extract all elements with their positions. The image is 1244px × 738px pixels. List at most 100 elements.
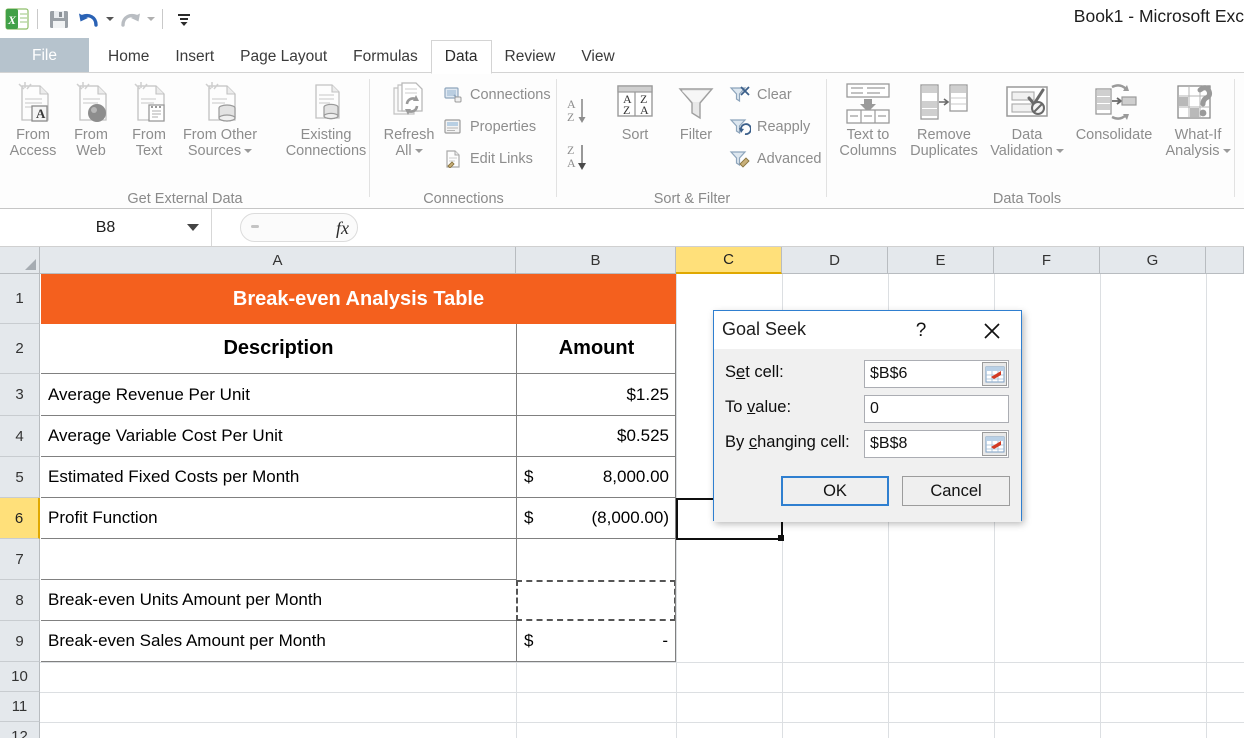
sort-button[interactable]: A Z Z A Sort xyxy=(603,79,667,143)
cell-B3[interactable]: $1.25 xyxy=(516,374,676,416)
refresh-all-label-1: Refresh xyxy=(383,127,435,143)
row-header-7[interactable]: 7 xyxy=(0,539,40,580)
what-if-analysis-button[interactable]: What-If Analysis xyxy=(1159,79,1237,159)
formula-input[interactable] xyxy=(360,209,1244,246)
refresh-all-icon xyxy=(386,79,432,127)
from-access-label-1: From xyxy=(16,127,50,143)
tab-home[interactable]: Home xyxy=(95,40,162,74)
row-header-4[interactable]: 4 xyxy=(0,416,40,457)
remove-duplicates-button[interactable]: Remove Duplicates xyxy=(903,79,985,159)
cell-A8[interactable]: Break-even Units Amount per Month xyxy=(41,580,516,621)
undo-dropdown-icon[interactable] xyxy=(106,17,114,21)
column-header-A[interactable]: A xyxy=(40,247,516,274)
ok-button[interactable]: OK xyxy=(781,476,889,506)
from-text-icon xyxy=(126,79,172,127)
column-header-H[interactable] xyxy=(1206,247,1244,274)
row-header-2[interactable]: 2 xyxy=(0,324,40,374)
row-header-11[interactable]: 11 xyxy=(0,692,40,722)
cell-A5[interactable]: Estimated Fixed Costs per Month xyxy=(41,457,516,498)
text-to-columns-button[interactable]: Text to Columns xyxy=(833,79,903,159)
from-web-button[interactable]: From Web xyxy=(62,79,120,159)
sort-az-button[interactable]: A Z xyxy=(565,95,599,132)
customize-qat-icon[interactable] xyxy=(170,5,198,33)
clear-filter-label: Clear xyxy=(757,87,792,103)
tab-insert[interactable]: Insert xyxy=(162,40,227,74)
edit-links-button[interactable]: Edit Links xyxy=(442,149,533,169)
from-other-sources-dropdown-icon[interactable] xyxy=(244,149,253,154)
advanced-filter-label: Advanced xyxy=(757,151,822,167)
row-header-8[interactable]: 8 xyxy=(0,580,40,621)
cell-B7[interactable] xyxy=(516,539,676,580)
row-header-10[interactable]: 10 xyxy=(0,662,40,692)
properties-button[interactable]: Properties xyxy=(442,117,536,137)
name-box[interactable]: B8 xyxy=(0,209,212,246)
cell-B6[interactable]: $ (8,000.00) xyxy=(516,498,676,539)
set-cell-label-pre: S xyxy=(725,363,737,381)
column-header-G[interactable]: G xyxy=(1100,247,1206,274)
to-value-input[interactable]: 0 xyxy=(864,395,1009,423)
tab-review[interactable]: Review xyxy=(492,40,569,74)
cell-A7[interactable] xyxy=(41,539,516,580)
cell-B2[interactable]: Amount xyxy=(516,324,676,374)
column-header-D[interactable]: D xyxy=(782,247,888,274)
svg-text:Z: Z xyxy=(567,143,574,157)
window-title: Book1 - Microsoft Exc xyxy=(1073,6,1244,26)
cell-A4[interactable]: Average Variable Cost Per Unit xyxy=(41,416,516,457)
tab-formulas[interactable]: Formulas xyxy=(340,40,431,74)
data-validation-button[interactable]: Data Validation xyxy=(989,79,1065,159)
column-header-E[interactable]: E xyxy=(888,247,994,274)
cell-B5[interactable]: $ 8,000.00 xyxy=(516,457,676,498)
sort-za-button[interactable]: Z A xyxy=(565,141,599,178)
what-if-analysis-dropdown-icon[interactable] xyxy=(1222,149,1231,154)
name-box-dropdown-icon[interactable] xyxy=(187,224,199,231)
filter-button[interactable]: Filter xyxy=(665,79,727,143)
column-header-B[interactable]: B xyxy=(516,247,676,274)
select-all-corner[interactable] xyxy=(0,247,40,274)
fill-handle[interactable] xyxy=(778,535,784,541)
from-other-sources-button[interactable]: From Other Sources xyxy=(170,79,270,159)
insert-function-icon[interactable]: fx xyxy=(336,218,349,239)
undo-icon[interactable] xyxy=(75,5,103,33)
advanced-filter-button[interactable]: Advanced xyxy=(729,149,822,169)
row-header-6[interactable]: 6 xyxy=(0,498,40,539)
cell-B5-symbol: $ xyxy=(524,467,534,486)
row-header-5[interactable]: 5 xyxy=(0,457,40,498)
consolidate-button[interactable]: Consolidate xyxy=(1067,79,1161,143)
from-access-button[interactable]: A From Access xyxy=(4,79,62,159)
cell-A2[interactable]: Description xyxy=(41,324,516,374)
cell-B9[interactable]: $ - xyxy=(516,621,676,662)
reapply-filter-button[interactable]: Reapply xyxy=(729,117,810,137)
column-header-C[interactable]: C xyxy=(676,247,782,274)
cell-A1[interactable]: Break-even Analysis Table xyxy=(41,274,676,324)
row-header-3[interactable]: 3 xyxy=(0,374,40,416)
goal-seek-titlebar[interactable]: Goal Seek ? xyxy=(714,311,1021,349)
cell-A9[interactable]: Break-even Sales Amount per Month xyxy=(41,621,516,662)
refresh-all-label-2: All xyxy=(395,143,423,159)
cell-B4[interactable]: $0.525 xyxy=(516,416,676,457)
qat-divider-2 xyxy=(162,9,163,29)
by-changing-cell-range-selector-icon[interactable] xyxy=(982,432,1007,456)
column-header-F[interactable]: F xyxy=(994,247,1100,274)
row-header-9[interactable]: 9 xyxy=(0,621,40,662)
tab-file[interactable]: File xyxy=(0,38,89,74)
row-header-12[interactable]: 12 xyxy=(0,722,40,738)
save-icon[interactable] xyxy=(45,5,73,33)
connections-button[interactable]: Connections xyxy=(442,85,551,105)
refresh-all-dropdown-icon[interactable] xyxy=(414,149,423,154)
refresh-all-button[interactable]: Refresh All xyxy=(378,79,440,159)
close-icon[interactable] xyxy=(972,317,1012,345)
existing-connections-label-2: Connections xyxy=(285,143,367,160)
cell-A6[interactable]: Profit Function xyxy=(41,498,516,539)
cell-A3[interactable]: Average Revenue Per Unit xyxy=(41,374,516,416)
tab-data[interactable]: Data xyxy=(430,40,492,74)
clear-filter-button[interactable]: Clear xyxy=(729,85,792,105)
set-cell-range-selector-icon[interactable] xyxy=(982,362,1007,386)
gridline-h-10 xyxy=(40,662,1244,663)
help-icon[interactable]: ? xyxy=(907,318,935,344)
cancel-button[interactable]: Cancel xyxy=(902,476,1010,506)
existing-connections-button[interactable]: Existing Connections xyxy=(278,79,374,159)
data-validation-dropdown-icon[interactable] xyxy=(1055,149,1064,154)
tab-page-layout[interactable]: Page Layout xyxy=(227,40,340,74)
row-header-1[interactable]: 1 xyxy=(0,274,40,324)
tab-view[interactable]: View xyxy=(568,40,627,74)
